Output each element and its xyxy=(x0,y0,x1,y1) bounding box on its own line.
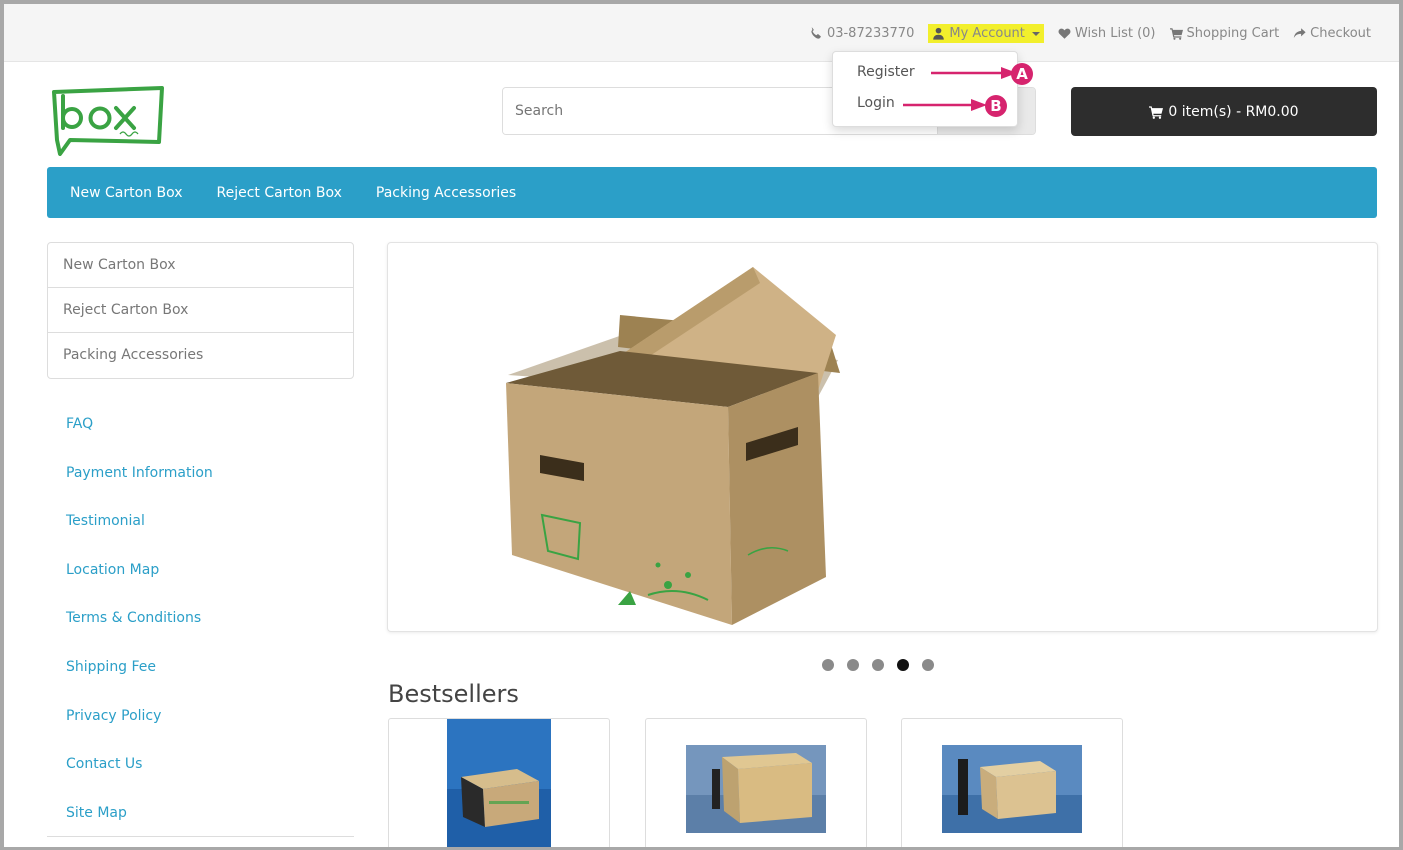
info-link-contact-us[interactable]: Contact Us xyxy=(66,756,213,805)
slider-pagination xyxy=(822,659,934,671)
wishlist-link[interactable]: Wish List (0) xyxy=(1058,26,1156,41)
top-links: 03-87233770 My Account Wish List (0) Sho… xyxy=(810,24,1371,43)
checkout-link[interactable]: Checkout xyxy=(1293,26,1371,41)
bestseller-product-card[interactable] xyxy=(645,718,867,847)
annotation-badge-b: B xyxy=(985,95,1007,117)
top-bar: 03-87233770 My Account Wish List (0) Sho… xyxy=(4,4,1399,62)
shopping-cart-label: Shopping Cart xyxy=(1186,26,1280,41)
my-account-link[interactable]: My Account xyxy=(928,24,1044,43)
product-image xyxy=(686,745,826,833)
slider-dot[interactable] xyxy=(847,659,859,671)
product-image xyxy=(447,719,551,847)
information-links: FAQ Payment Information Testimonial Loca… xyxy=(66,416,213,847)
info-link-site-map[interactable]: Site Map xyxy=(66,805,213,847)
bestseller-product-card[interactable] xyxy=(901,718,1123,847)
checkout-label: Checkout xyxy=(1310,26,1371,41)
heart-icon xyxy=(1058,28,1071,39)
slider-dot[interactable] xyxy=(822,659,834,671)
cart-summary-label: 0 item(s) - RM0.00 xyxy=(1168,103,1299,120)
menu-item-packing-accessories[interactable]: Packing Accessories xyxy=(376,185,516,201)
user-icon xyxy=(933,27,945,40)
register-menu-item[interactable]: Register xyxy=(857,64,915,80)
info-link-payment-information[interactable]: Payment Information xyxy=(66,465,213,514)
bestsellers-heading: Bestsellers xyxy=(388,680,519,708)
cart-icon xyxy=(1149,105,1164,119)
chevron-down-icon xyxy=(1031,31,1040,36)
login-menu-item[interactable]: Login xyxy=(857,95,895,111)
main-menu: New Carton Box Reject Carton Box Packing… xyxy=(47,167,1377,218)
box-logo[interactable] xyxy=(46,82,170,156)
phone-icon xyxy=(811,27,821,39)
carton-box-image xyxy=(506,267,840,625)
slider-dot[interactable] xyxy=(872,659,884,671)
phone-link[interactable]: 03-87233770 xyxy=(810,26,914,41)
share-arrow-icon xyxy=(1293,28,1306,38)
info-link-privacy-policy[interactable]: Privacy Policy xyxy=(66,708,213,757)
info-link-shipping-fee[interactable]: Shipping Fee xyxy=(66,659,213,708)
category-item-reject-carton-box[interactable]: Reject Carton Box xyxy=(48,288,353,333)
annotation-arrow-a xyxy=(931,67,1017,79)
slider-dot-active[interactable] xyxy=(897,659,909,671)
info-link-terms-conditions[interactable]: Terms & Conditions xyxy=(66,610,213,659)
info-link-location-map[interactable]: Location Map xyxy=(66,562,213,611)
cart-summary-button[interactable]: 0 item(s) - RM0.00 xyxy=(1071,87,1377,136)
page-frame: 03-87233770 My Account Wish List (0) Sho… xyxy=(4,4,1399,847)
slider-dot[interactable] xyxy=(922,659,934,671)
annotation-arrow-b xyxy=(903,99,987,111)
my-account-label: My Account xyxy=(949,26,1025,41)
info-link-testimonial[interactable]: Testimonial xyxy=(66,513,213,562)
category-item-packing-accessories[interactable]: Packing Accessories xyxy=(48,333,353,378)
cart-icon xyxy=(1169,28,1183,40)
divider xyxy=(47,836,354,837)
category-item-new-carton-box[interactable]: New Carton Box xyxy=(48,243,353,288)
hero-banner-slide[interactable] xyxy=(387,242,1378,632)
wishlist-label: Wish List (0) xyxy=(1074,26,1156,41)
category-list: New Carton Box Reject Carton Box Packing… xyxy=(47,242,354,379)
info-link-faq[interactable]: FAQ xyxy=(66,416,213,465)
bestseller-product-card[interactable] xyxy=(388,718,610,847)
menu-item-new-carton-box[interactable]: New Carton Box xyxy=(70,185,183,201)
annotation-badge-a: A xyxy=(1011,63,1033,85)
product-image xyxy=(942,745,1082,833)
shopping-cart-link[interactable]: Shopping Cart xyxy=(1169,26,1280,41)
menu-item-reject-carton-box[interactable]: Reject Carton Box xyxy=(217,185,342,201)
phone-number: 03-87233770 xyxy=(826,26,915,41)
